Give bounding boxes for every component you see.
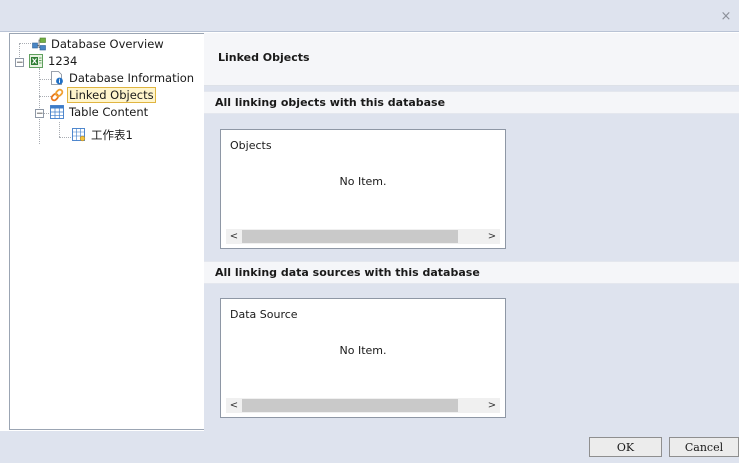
- list-title: Objects: [230, 139, 272, 152]
- scroll-right-button[interactable]: >: [484, 229, 500, 244]
- database-overview-dialog: × Database Overview − 1234 Database Info…: [0, 0, 739, 463]
- tree-item-label: Database Information: [69, 71, 195, 85]
- tree-expander[interactable]: −: [35, 109, 44, 119]
- tree-item-linked-objects[interactable]: Linked Objects: [50, 87, 156, 104]
- tree-expander[interactable]: −: [15, 58, 24, 68]
- horizontal-scrollbar[interactable]: < >: [226, 398, 500, 413]
- list-title: Data Source: [230, 308, 298, 321]
- datasource-list[interactable]: Data Source No Item. < >: [220, 298, 506, 418]
- empty-message: No Item.: [339, 175, 387, 188]
- link-icon: [50, 88, 64, 102]
- content-header: Linked Objects: [204, 33, 739, 86]
- scroll-left-button[interactable]: <: [226, 398, 242, 413]
- tree-item-label: Linked Objects: [67, 87, 156, 103]
- page-title: Linked Objects: [218, 51, 310, 64]
- title-bar: ×: [0, 0, 739, 32]
- tree-item-label: Database Overview: [51, 37, 164, 51]
- tree-connector: [59, 137, 71, 138]
- section-heading: All linking data sources with this datab…: [215, 266, 480, 279]
- tree-connector: [19, 43, 31, 44]
- database-info-icon: [50, 70, 64, 85]
- ok-button[interactable]: OK: [589, 437, 662, 457]
- cancel-button[interactable]: Cancel: [669, 437, 739, 457]
- tree-item-label: 工作表1: [91, 128, 133, 142]
- horizontal-scrollbar[interactable]: < >: [226, 229, 500, 244]
- close-icon: ×: [720, 9, 732, 24]
- tree-item-label: Table Content: [69, 105, 149, 119]
- scroll-thumb[interactable]: [242, 230, 458, 243]
- excel-file-icon: [29, 53, 43, 68]
- sheet-icon: [72, 127, 86, 142]
- scroll-left-button[interactable]: <: [226, 229, 242, 244]
- scroll-right-button[interactable]: >: [484, 398, 500, 413]
- close-button[interactable]: ×: [719, 10, 733, 24]
- tree-item-sheet1[interactable]: 工作表1: [72, 127, 135, 144]
- tree-item-table-content[interactable]: Table Content: [50, 104, 150, 121]
- tree-item-label: 1234: [48, 54, 78, 68]
- objects-section-header: All linking objects with this database: [204, 91, 739, 114]
- table-icon: [50, 104, 64, 119]
- section-heading: All linking objects with this database: [215, 96, 446, 109]
- objects-list[interactable]: Objects No Item. < >: [220, 129, 506, 249]
- tree-item-database-information[interactable]: Database Information: [50, 70, 196, 87]
- scroll-thumb[interactable]: [242, 399, 458, 412]
- database-overview-icon: [32, 37, 46, 51]
- content-panel: Linked Objects All linking objects with …: [204, 33, 739, 431]
- datasource-section-header: All linking data sources with this datab…: [204, 261, 739, 284]
- tree-connector: [59, 122, 60, 137]
- tree-item-1234[interactable]: 1234: [29, 53, 79, 70]
- dialog-footer: OK Cancel: [0, 431, 739, 463]
- navigation-tree: Database Overview − 1234 Database Inform…: [9, 33, 205, 430]
- tree-item-database-overview[interactable]: Database Overview: [32, 36, 166, 53]
- empty-message: No Item.: [339, 344, 387, 357]
